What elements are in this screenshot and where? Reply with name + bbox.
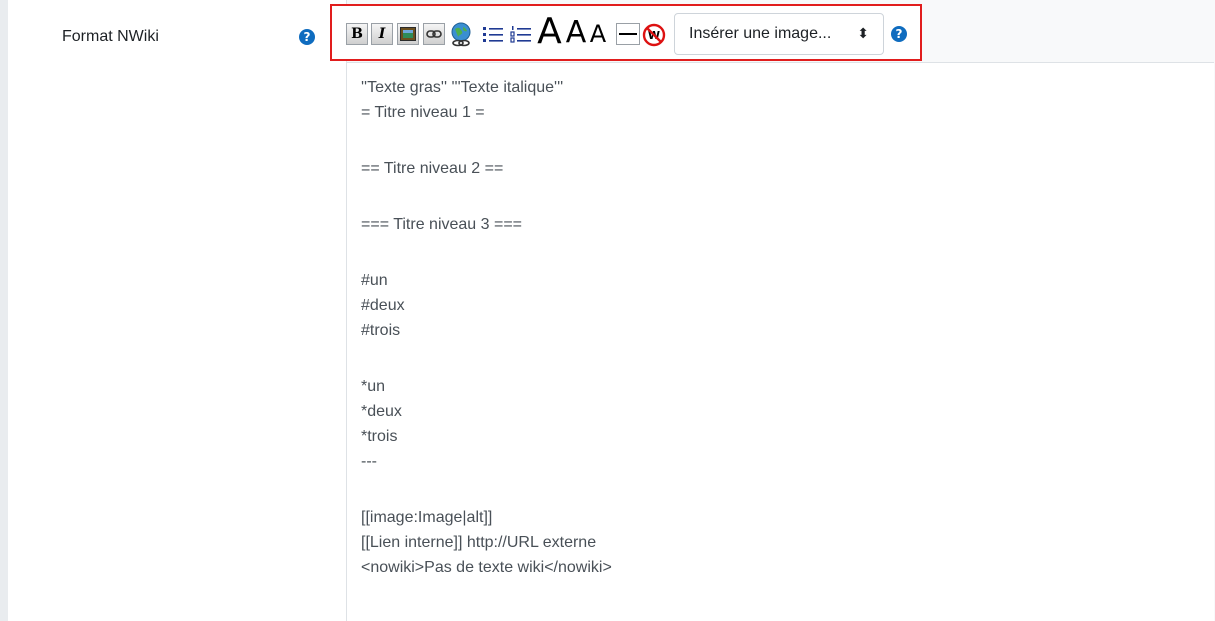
- bullet-list-icon: [483, 27, 503, 42]
- heading-1-button[interactable]: A: [534, 14, 565, 50]
- nowiki-icon: W: [642, 23, 666, 47]
- editor-line: === Titre niveau 3 ===: [361, 216, 523, 233]
- field-label: Format NWiki: [62, 28, 159, 45]
- editor-line: = Titre niveau 1 =: [361, 104, 485, 121]
- editor-line: #trois: [361, 322, 401, 339]
- editor-line: ''Texte gras'' '''Texte italique''': [361, 79, 564, 96]
- heading-3-icon: A: [589, 20, 607, 48]
- insert-image-button[interactable]: [397, 23, 419, 45]
- editor-line: == Titre niveau 2 ==: [361, 160, 504, 177]
- italic-button[interactable]: I: [371, 23, 393, 45]
- nowiki-button[interactable]: W: [641, 22, 667, 48]
- insert-image-select-value: Insérer une image...: [689, 25, 832, 42]
- numbered-list-button[interactable]: [508, 23, 534, 45]
- wiki-text-editor[interactable]: ''Texte gras'' '''Texte italique''' = Ti…: [347, 62, 1214, 621]
- page-left-strip: [0, 0, 8, 621]
- editor-line: *un: [361, 378, 386, 395]
- heading-3-button[interactable]: A: [585, 21, 611, 47]
- bold-icon: B: [351, 26, 363, 42]
- toolbar-help-icon[interactable]: ?: [891, 26, 907, 42]
- external-link-button[interactable]: [448, 22, 474, 48]
- image-icon: [400, 27, 416, 41]
- editor-line: #un: [361, 272, 388, 289]
- horizontal-rule-button[interactable]: [616, 23, 640, 45]
- editor-line: [[Lien interne]] http://URL externe: [361, 534, 597, 551]
- editor-line: #deux: [361, 297, 405, 314]
- numbered-list-icon: [510, 26, 531, 43]
- editor-line: ---: [361, 453, 377, 470]
- horizontal-rule-icon: [619, 33, 637, 35]
- insert-image-select[interactable]: Insérer une image... ⬍: [674, 13, 884, 55]
- link-icon: [426, 30, 442, 38]
- select-caret-icon: ⬍: [857, 25, 869, 41]
- editor-line: [[image:Image|alt]]: [361, 509, 493, 526]
- editor-line: *trois: [361, 428, 398, 445]
- editor-line: <nowiki>Pas de texte wiki</nowiki>: [361, 559, 612, 576]
- bullet-list-button[interactable]: [480, 23, 506, 45]
- internal-link-button[interactable]: [423, 23, 445, 45]
- editor-line: *deux: [361, 403, 402, 420]
- help-icon[interactable]: ?: [299, 29, 315, 45]
- external-link-icon: [451, 22, 471, 47]
- heading-1-icon: A: [537, 11, 562, 52]
- heading-2-icon: A: [565, 15, 587, 50]
- bold-button[interactable]: B: [346, 23, 368, 45]
- italic-icon: I: [378, 26, 386, 42]
